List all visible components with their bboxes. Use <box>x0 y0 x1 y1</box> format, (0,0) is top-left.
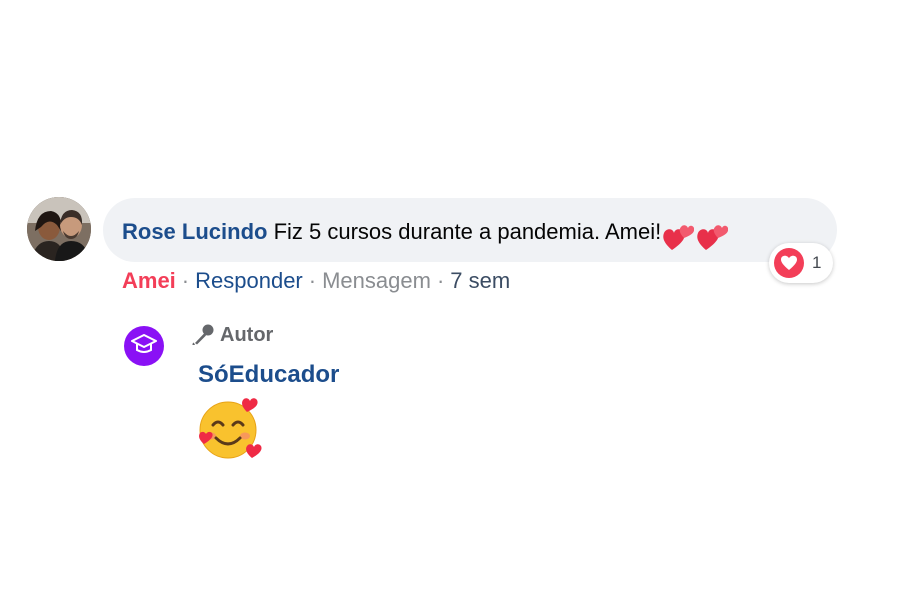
comment-timestamp[interactable]: 7 sem <box>450 268 510 293</box>
comment-body: Rose Lucindo Fiz 5 cursos durante a pand… <box>122 218 729 252</box>
microphone-icon <box>192 324 220 346</box>
comment-actions: Amei · Responder · Mensagem · 7 sem <box>122 267 510 295</box>
reply-avatar[interactable] <box>124 326 164 366</box>
love-action-link[interactable]: Amei <box>122 268 176 293</box>
commenter-avatar[interactable] <box>27 197 91 261</box>
smiling-face-with-hearts-icon <box>196 396 264 460</box>
love-reaction-icon <box>774 248 804 278</box>
separator: · <box>308 268 317 293</box>
author-badge-label: Autor <box>220 324 274 346</box>
message-action-link[interactable]: Mensagem <box>322 268 431 293</box>
comment-author-name[interactable]: Rose Lucindo <box>122 219 267 244</box>
reply-author-name[interactable]: SóEducador <box>198 360 339 390</box>
two-hearts-icon <box>662 222 729 252</box>
separator: · <box>436 268 445 293</box>
graduation-cap-icon <box>131 333 157 360</box>
separator: · <box>181 268 190 293</box>
comment-message: Fiz 5 cursos durante a pandemia. Amei! <box>273 219 662 244</box>
reaction-count: 1 <box>812 253 822 272</box>
comment-thread: Rose Lucindo Fiz 5 cursos durante a pand… <box>0 0 900 600</box>
reaction-summary[interactable]: 1 <box>769 243 833 283</box>
reply-action-link[interactable]: Responder <box>195 268 303 293</box>
author-badge: Autor <box>192 322 273 348</box>
